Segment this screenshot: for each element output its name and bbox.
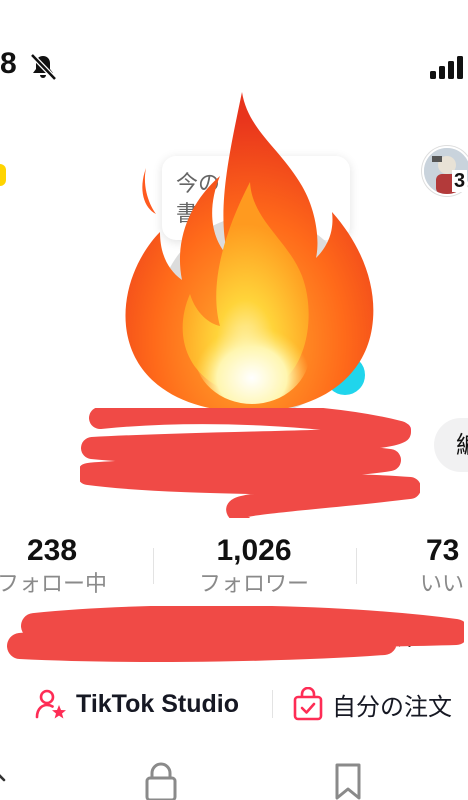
status-time: 8 xyxy=(0,47,17,80)
following-count: 238 xyxy=(26,534,78,567)
following-label: フォロー中 xyxy=(0,572,107,597)
action-divider xyxy=(272,690,273,718)
shopping-bag-icon xyxy=(293,687,323,721)
stat-divider xyxy=(356,548,357,584)
bookmark-icon[interactable] xyxy=(333,762,363,800)
tiktok-studio-link[interactable]: TikTok Studio xyxy=(34,684,239,724)
stat-followers[interactable]: 1,026 フォロワー xyxy=(184,532,324,600)
tiktok-studio-label: TikTok Studio xyxy=(76,689,239,718)
redaction-scribble-name xyxy=(80,408,420,518)
creator-star-icon xyxy=(35,689,66,719)
followers-count: 1,026 xyxy=(216,534,292,567)
stat-divider xyxy=(153,548,154,584)
cellular-signal-icon xyxy=(430,56,463,79)
stat-likes[interactable]: 73 いい xyxy=(418,532,468,600)
likes-count: 73 xyxy=(426,534,460,567)
redaction-scribble-bio xyxy=(7,606,464,662)
videos-tab-icon[interactable] xyxy=(0,762,10,792)
story-ring-edge xyxy=(0,164,6,186)
profile-screen: 8 3 今の 書 @ 238 フォロー中 1,026 フォロワー 73 いい 吧… xyxy=(0,0,468,800)
followers-label: フォロワー xyxy=(198,572,309,597)
fire-icon xyxy=(125,92,374,412)
friend-count: 3 xyxy=(452,170,468,192)
edit-profile-button[interactable]: 編 xyxy=(434,418,468,472)
bell-muted-icon xyxy=(30,53,57,81)
my-orders-link[interactable]: 自分の注文 xyxy=(292,684,452,724)
my-orders-label: 自分の注文 xyxy=(332,692,452,721)
likes-label: いい xyxy=(420,572,465,597)
lock-icon[interactable] xyxy=(143,762,179,800)
stat-following[interactable]: 238 フォロー中 xyxy=(0,532,110,600)
